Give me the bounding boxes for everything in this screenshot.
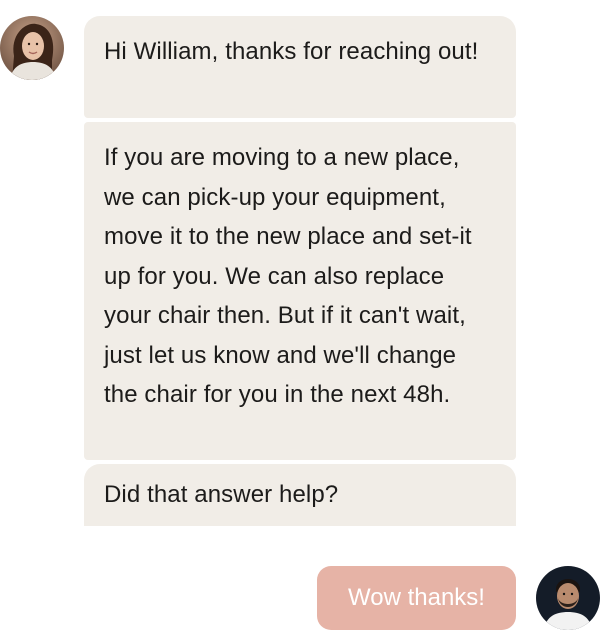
agent-message-bubble: If you are moving to a new place, we can…	[84, 122, 516, 460]
man-portrait-icon	[536, 566, 600, 630]
user-reply-text: Wow thanks!	[348, 584, 485, 611]
agent-message-text: If you are moving to a new place, we can…	[104, 144, 472, 408]
user-reply-bubble: Wow thanks!	[317, 566, 516, 630]
agent-message-bubble: Hi William, thanks for reaching out!	[84, 16, 516, 118]
woman-portrait-icon	[0, 16, 64, 80]
agent-avatar	[0, 16, 64, 80]
user-avatar	[536, 566, 600, 630]
agent-message-text: Hi William, thanks for reaching out!	[104, 38, 479, 65]
agent-message-text: Did that answer help?	[104, 481, 339, 508]
agent-message-bubble: Did that answer help?	[84, 464, 516, 526]
